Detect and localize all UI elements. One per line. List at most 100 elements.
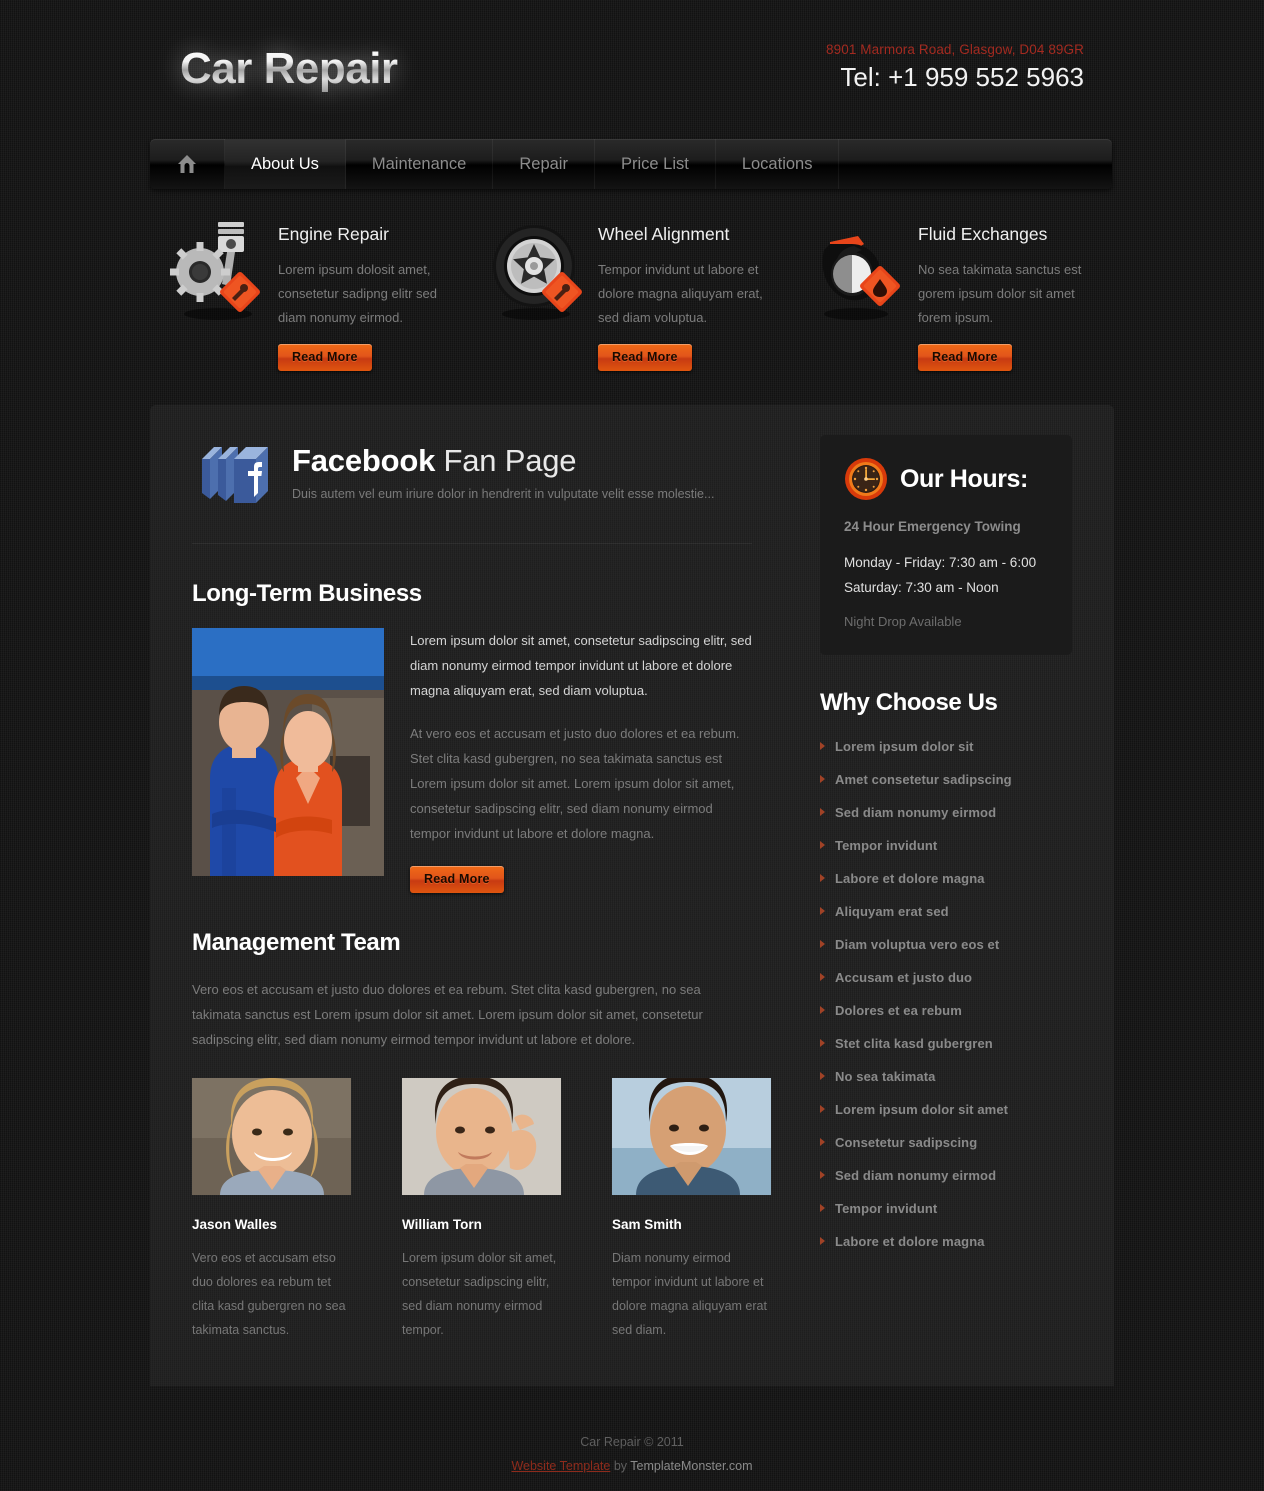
list-item-label: Consetetur sadipscing — [835, 1135, 978, 1150]
list-item[interactable]: Sed diam nonumy eirmod — [820, 805, 1072, 820]
list-item-label: Tempor invidunt — [835, 1201, 938, 1216]
list-item[interactable]: Lorem ipsum dolor sit — [820, 739, 1072, 754]
nav-item-maintenance[interactable]: Maintenance — [346, 139, 494, 189]
service-card-wheel-alignment: Wheel Alignment Tempor invidunt ut labor… — [470, 214, 790, 371]
list-item[interactable]: Aliquyam erat sed — [820, 904, 1072, 919]
list-item[interactable]: Sed diam nonumy eirmod — [820, 1168, 1072, 1183]
list-item[interactable]: Consetetur sadipscing — [820, 1135, 1072, 1150]
nav-item-home[interactable] — [150, 139, 225, 189]
services-strip: Engine Repair Lorem ipsum dolosit amet, … — [150, 188, 1114, 405]
william-torn-photo — [402, 1078, 561, 1195]
nav-filler — [839, 139, 1112, 189]
nav-item-locations[interactable]: Locations — [716, 139, 840, 189]
list-item-label: Aliquyam erat sed — [835, 904, 949, 919]
bullet-arrow-icon — [820, 973, 825, 981]
our-hours-box: Our Hours: 24 Hour Emergency Towing Mond… — [820, 435, 1072, 655]
service-card-engine-repair: Engine Repair Lorem ipsum dolosit amet, … — [150, 214, 470, 371]
long-term-business-row: Lorem ipsum dolor sit amet, consetetur s… — [192, 628, 752, 893]
main-content-panel: Facebook Fan Page Duis autem vel eum iri… — [150, 405, 1114, 1386]
list-item[interactable]: Lorem ipsum dolor sit amet — [820, 1102, 1072, 1117]
list-item[interactable]: Amet consetetur sadipscing — [820, 772, 1072, 787]
oil-can-fluid-icon — [810, 214, 910, 324]
jason-walles-photo — [192, 1078, 351, 1195]
footer-by: by — [610, 1459, 631, 1473]
service-text: No sea takimata sanctus est gorem ipsum … — [918, 262, 1082, 325]
engine-piston-gear-icon — [170, 214, 270, 324]
long-term-business-text: Lorem ipsum dolor sit amet, consetetur s… — [410, 628, 752, 893]
nav-item-price-list[interactable]: Price List — [595, 139, 716, 189]
list-item-label: Lorem ipsum dolor sit — [835, 739, 974, 754]
service-body: Engine Repair Lorem ipsum dolosit amet, … — [278, 214, 458, 371]
read-more-button-engine[interactable]: Read More — [278, 344, 372, 371]
facebook-title-rest: Fan Page — [435, 443, 577, 478]
team-member-desc: Diam nonumy eirmod tempor invidunt ut la… — [612, 1251, 767, 1337]
list-item[interactable]: Tempor invidunt — [820, 1201, 1072, 1216]
facebook-icon — [192, 435, 278, 517]
bullet-arrow-icon — [820, 1072, 825, 1080]
why-choose-us-title: Why Choose Us — [820, 689, 998, 716]
list-item[interactable]: Diam voluptua vero eos et — [820, 937, 1072, 952]
bullet-arrow-icon — [820, 940, 825, 948]
home-icon — [176, 154, 198, 174]
bullet-arrow-icon — [820, 1105, 825, 1113]
service-title: Engine Repair — [278, 224, 389, 244]
list-item[interactable]: Tempor invidunt — [820, 838, 1072, 853]
site-logo[interactable]: Car Repair — [180, 44, 398, 94]
sam-smith-photo — [612, 1078, 771, 1195]
team-member-desc: Vero eos et accusam etso duo dolores ea … — [192, 1251, 346, 1337]
content-column-right: Our Hours: 24 Hour Emergency Towing Mond… — [820, 435, 1072, 1342]
bullet-arrow-icon — [820, 874, 825, 882]
list-item-label: Dolores et ea rebum — [835, 1003, 962, 1018]
team-member-card: Jason Walles Vero eos et accusam etso du… — [192, 1078, 352, 1342]
service-text: Lorem ipsum dolosit amet, consetetur sad… — [278, 262, 437, 325]
list-item[interactable]: Accusam et justo duo — [820, 970, 1072, 985]
read-more-button-long-term[interactable]: Read More — [410, 866, 504, 893]
list-item[interactable]: Labore et dolore magna — [820, 871, 1072, 886]
facebook-fan-page-block[interactable]: Facebook Fan Page Duis autem vel eum iri… — [192, 435, 752, 544]
bullet-arrow-icon — [820, 775, 825, 783]
team-member-card: William Torn Lorem ipsum dolor sit amet,… — [402, 1078, 562, 1342]
service-body: Fluid Exchanges No sea takimata sanctus … — [918, 214, 1098, 371]
list-item[interactable]: Dolores et ea rebum — [820, 1003, 1072, 1018]
wheel-tire-icon — [490, 214, 590, 324]
list-item-label: Amet consetetur sadipscing — [835, 772, 1012, 787]
long-term-business-title: Long-Term Business — [192, 580, 422, 607]
why-choose-us-list: Lorem ipsum dolor sit Amet consetetur sa… — [820, 739, 1072, 1249]
team-member-desc: Lorem ipsum dolor sit amet, consetetur s… — [402, 1251, 557, 1337]
our-hours-header: Our Hours: — [844, 457, 1048, 501]
management-team-intro: Vero eos et accusam et justo duo dolores… — [192, 982, 703, 1047]
bullet-arrow-icon — [820, 808, 825, 816]
team-member-name: Jason Walles — [192, 1217, 278, 1232]
list-item-label: Accusam et justo duo — [835, 970, 973, 985]
team-member-card: Sam Smith Diam nonumy eirmod tempor invi… — [612, 1078, 772, 1342]
bullet-arrow-icon — [820, 1138, 825, 1146]
long-term-paragraph-2: At vero eos et accusam et justo duo dolo… — [410, 726, 740, 841]
service-title: Wheel Alignment — [598, 224, 730, 244]
read-more-button-fluid[interactable]: Read More — [918, 344, 1012, 371]
service-body: Wheel Alignment Tempor invidunt ut labor… — [598, 214, 778, 371]
panel-columns: Facebook Fan Page Duis autem vel eum iri… — [192, 435, 1072, 1342]
list-item-label: Sed diam nonumy eirmod — [835, 805, 997, 820]
page-root: Car Repair 8901 Marmora Road, Glasgow, D… — [0, 0, 1264, 1478]
emergency-towing-text: 24 Hour Emergency Towing — [844, 519, 1021, 534]
bullet-arrow-icon — [820, 907, 825, 915]
website-template-link[interactable]: Website Template — [511, 1459, 610, 1473]
nav-item-about-us[interactable]: About Us — [225, 139, 346, 189]
team-members-list: Jason Walles Vero eos et accusam etso du… — [192, 1078, 771, 1342]
list-item-label: Sed diam nonumy eirmod — [835, 1168, 997, 1183]
clock-icon — [844, 457, 888, 501]
management-team-title: Management Team — [192, 929, 401, 956]
list-item[interactable]: No sea takimata — [820, 1069, 1072, 1084]
footer-copyright: Car Repair © 2011 — [580, 1435, 684, 1449]
nav-item-repair[interactable]: Repair — [493, 139, 595, 189]
footer-provider: TemplateMonster.com — [630, 1459, 753, 1473]
list-item[interactable]: Labore et dolore magna — [820, 1234, 1072, 1249]
bullet-arrow-icon — [820, 1039, 825, 1047]
list-item[interactable]: Stet clita kasd gubergren — [820, 1036, 1072, 1051]
service-text: Tempor invidunt ut labore et dolore magn… — [598, 262, 763, 325]
bullet-arrow-icon — [820, 1237, 825, 1245]
read-more-button-wheel[interactable]: Read More — [598, 344, 692, 371]
list-item-label: Diam voluptua vero eos et — [835, 937, 1000, 952]
mechanic-couple-photo — [192, 628, 384, 876]
bullet-arrow-icon — [820, 742, 825, 750]
